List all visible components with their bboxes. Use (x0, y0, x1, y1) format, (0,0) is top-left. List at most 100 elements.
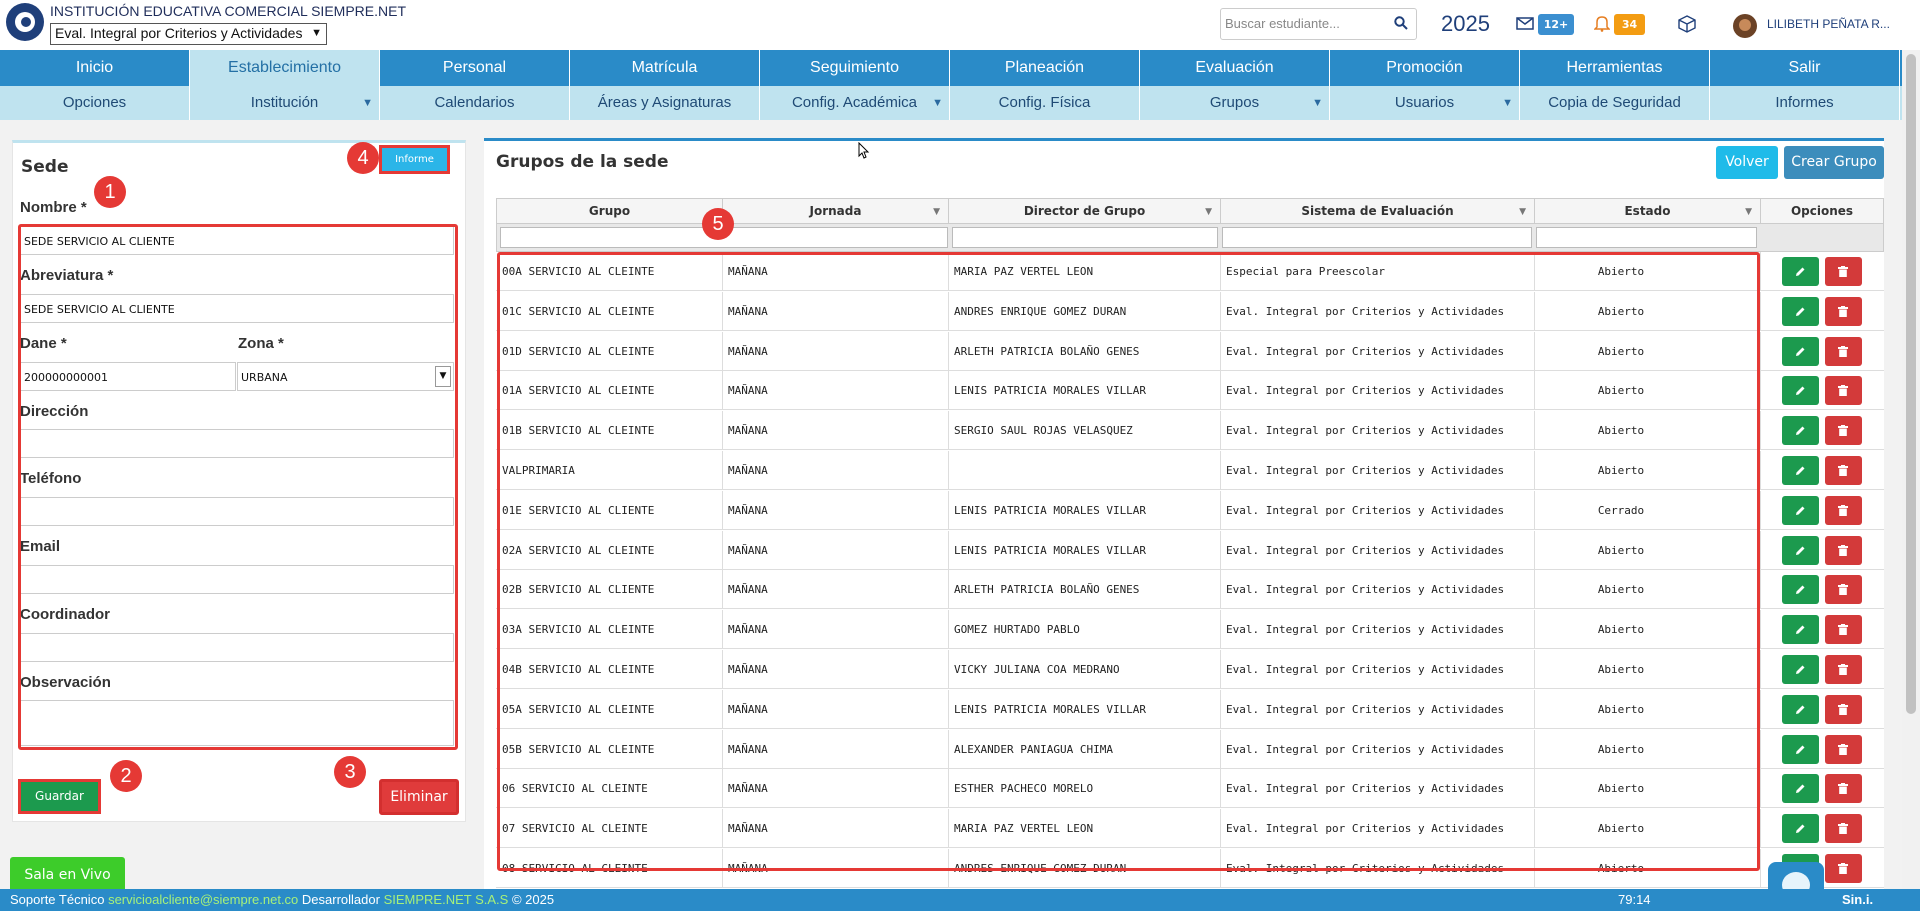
edit-button[interactable] (1782, 814, 1819, 844)
support-email-link[interactable]: servicioalcliente@siempre.net.co (108, 892, 298, 907)
filter-icon[interactable]: ▼ (1205, 200, 1212, 224)
column-divider (1760, 490, 1761, 530)
edit-button[interactable] (1782, 615, 1819, 645)
delete-button[interactable] (1825, 694, 1862, 724)
column-header-sistema[interactable]: Sistema de Evaluación ▼ (1221, 199, 1535, 223)
subnav-config-academica[interactable]: Config. Académica ▼ (760, 86, 950, 120)
delete-button[interactable] (1825, 296, 1862, 326)
scroll-thumb[interactable] (1906, 54, 1916, 714)
edit-button[interactable] (1782, 734, 1819, 764)
edit-button[interactable] (1782, 296, 1819, 326)
delete-button[interactable] (1825, 774, 1862, 804)
nav-evaluacion[interactable]: Evaluación (1140, 50, 1330, 86)
nav-salir[interactable]: Salir (1710, 50, 1900, 86)
nav-planeacion[interactable]: Planeación (950, 50, 1140, 86)
delete-button[interactable] (1825, 495, 1862, 525)
delete-button[interactable] (1825, 456, 1862, 485)
informe-button[interactable]: Informe (380, 146, 449, 173)
form-highlight-box (18, 224, 458, 750)
edit-button[interactable] (1782, 655, 1819, 684)
nav-herramientas[interactable]: Herramientas (1520, 50, 1710, 86)
volver-button[interactable]: Volver (1716, 146, 1778, 179)
guardar-button[interactable]: Guardar (18, 779, 101, 814)
subnav-areas-asignaturas[interactable]: Áreas y Asignaturas (570, 86, 760, 120)
delete-button[interactable] (1825, 575, 1862, 605)
column-label: Estado (1624, 204, 1671, 218)
nav-promocion[interactable]: Promoción (1330, 50, 1520, 86)
edit-button[interactable] (1782, 416, 1819, 446)
edit-button[interactable] (1782, 376, 1819, 406)
delete-button[interactable] (1825, 814, 1862, 844)
notifications-badge[interactable]: 34 (1614, 14, 1645, 35)
column-divider (1760, 610, 1761, 650)
subnav-grupos[interactable]: Grupos ▼ (1140, 86, 1330, 120)
main-navigation: Inicio Establecimiento Personal Matrícul… (0, 50, 1920, 86)
filter-icon[interactable]: ▼ (1745, 200, 1752, 224)
avatar[interactable] (1733, 14, 1757, 38)
mail-icon[interactable] (1516, 17, 1534, 30)
edit-button[interactable] (1782, 495, 1819, 525)
cube-icon[interactable] (1677, 14, 1697, 34)
nombre-label: Nombre * (20, 199, 87, 216)
nav-personal[interactable]: Personal (380, 50, 570, 86)
evaluation-system-select[interactable]: Eval. Integral por Criterios y Actividad… (50, 23, 327, 45)
subnav-usuarios[interactable]: Usuarios ▼ (1330, 86, 1520, 120)
delete-button[interactable] (1825, 535, 1862, 565)
delete-button[interactable] (1825, 336, 1862, 366)
delete-button[interactable] (1825, 734, 1862, 764)
delete-button[interactable] (1825, 854, 1862, 883)
edit-button[interactable] (1782, 336, 1819, 366)
delete-button[interactable] (1825, 376, 1862, 406)
delete-button[interactable] (1825, 416, 1862, 446)
edit-button[interactable] (1782, 257, 1819, 286)
nav-matricula[interactable]: Matrícula (570, 50, 760, 86)
edit-button[interactable] (1782, 575, 1819, 605)
nav-establecimiento[interactable]: Establecimiento (190, 50, 380, 86)
nav-inicio[interactable]: Inicio (0, 50, 190, 86)
filter-icon[interactable]: ▼ (1519, 200, 1526, 224)
subnav-calendarios[interactable]: Calendarios (380, 86, 570, 120)
column-header-estado[interactable]: Estado ▼ (1535, 199, 1761, 223)
filter-input-sistema[interactable] (1222, 227, 1532, 248)
column-header-jornada[interactable]: Jornada ▼ (723, 199, 949, 223)
filter-icon[interactable]: ▼ (933, 200, 940, 224)
student-search-input[interactable]: Buscar estudiante... (1220, 8, 1417, 40)
delete-button[interactable] (1825, 615, 1862, 645)
column-header-grupo[interactable]: Grupo (497, 199, 723, 223)
subnav-copia-seguridad[interactable]: Copia de Seguridad (1520, 86, 1710, 120)
caret-down-icon: ▼ (1502, 97, 1513, 109)
pencil-icon (1796, 625, 1805, 635)
pencil-icon (1796, 267, 1805, 276)
subnav-informes[interactable]: Informes (1710, 86, 1900, 120)
nav-seguimiento[interactable]: Seguimiento (760, 50, 950, 86)
edit-button[interactable] (1782, 774, 1819, 804)
page-scrollbar[interactable] (1902, 50, 1920, 889)
rows-highlight-box (497, 252, 1760, 871)
chevron-down-icon: ▼ (311, 27, 322, 39)
subnav-config-fisica[interactable]: Config. Física (950, 86, 1140, 120)
subnav-institucion[interactable]: Institución ▼ (190, 86, 380, 120)
messages-badge[interactable]: 12+ (1538, 14, 1574, 35)
developer-link[interactable]: SIEMPRE.NET S.A.S (384, 892, 509, 907)
trash-icon (1838, 544, 1848, 556)
sala-en-vivo-button[interactable]: Sala en Vivo (10, 857, 125, 893)
filter-input-director[interactable] (952, 227, 1218, 248)
user-name[interactable]: LILIBETH PEÑATA R... (1767, 17, 1890, 31)
institution-logo-icon (6, 3, 44, 41)
edit-button[interactable] (1782, 694, 1819, 724)
eliminar-button[interactable]: Eliminar (379, 779, 459, 815)
bell-icon[interactable] (1594, 15, 1610, 32)
crear-grupo-button[interactable]: Crear Grupo (1784, 146, 1884, 179)
annotation-marker-3: 3 (334, 756, 366, 788)
edit-button[interactable] (1782, 456, 1819, 485)
subnav-opciones[interactable]: Opciones (0, 86, 190, 120)
column-divider (1760, 650, 1761, 689)
subnav-label: Institución (250, 94, 319, 111)
edit-button[interactable] (1782, 535, 1819, 565)
search-icon[interactable] (1394, 16, 1408, 30)
delete-button[interactable] (1825, 655, 1862, 684)
filter-input-estado[interactable] (1536, 227, 1757, 248)
column-header-director[interactable]: Director de Grupo ▼ (949, 199, 1221, 223)
column-divider (1760, 451, 1761, 490)
delete-button[interactable] (1825, 257, 1862, 286)
